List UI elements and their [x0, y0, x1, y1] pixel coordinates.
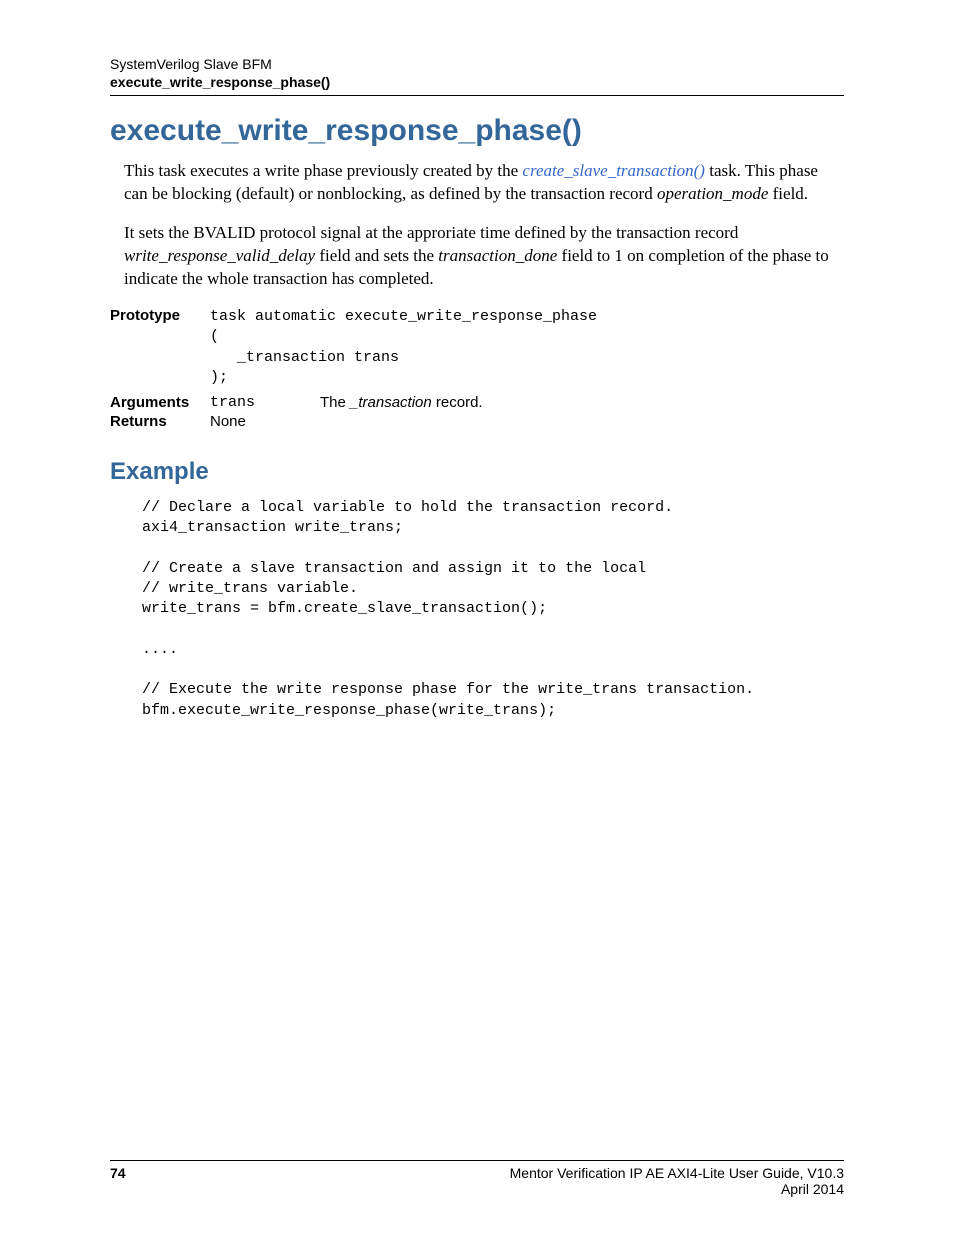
footer-rule: [110, 1160, 844, 1161]
footer-date: April 2014: [110, 1181, 844, 1197]
prototype-label: Prototype: [110, 307, 210, 392]
p2-i1: write_response_valid_delay: [124, 246, 315, 265]
p1-tail: field.: [768, 184, 808, 203]
example-heading: Example: [110, 458, 844, 486]
link-create-slave-transaction[interactable]: create_slave_transaction(): [522, 161, 705, 180]
arg-desc-post: record.: [432, 394, 483, 411]
p1-italic: operation_mode: [657, 184, 768, 203]
p2-mid: field and sets the: [315, 246, 438, 265]
page-footer: 74 Mentor Verification IP AE AXI4-Lite U…: [110, 1160, 844, 1197]
returns-value: None: [210, 413, 844, 430]
p2-i2: transaction_done: [438, 246, 557, 265]
arguments-label: Arguments: [110, 394, 210, 411]
header-rule: [110, 95, 844, 96]
returns-label: Returns: [110, 413, 210, 430]
page-body: SystemVerilog Slave BFM execute_write_re…: [0, 0, 954, 721]
example-code: // Declare a local variable to hold the …: [142, 498, 844, 721]
page-title: execute_write_response_phase(): [110, 114, 844, 148]
p2-pre: It sets the BVALID protocol signal at th…: [124, 223, 738, 242]
header-line1: SystemVerilog Slave BFM: [110, 55, 844, 73]
footer-info: Mentor Verification IP AE AXI4-Lite User…: [510, 1165, 844, 1181]
body-indent: This task executes a write phase previou…: [124, 160, 844, 291]
arg-desc-pre: The: [320, 394, 350, 411]
footer-row: 74 Mentor Verification IP AE AXI4-Lite U…: [110, 1165, 844, 1181]
definition-table: Prototype task automatic execute_write_r…: [110, 307, 844, 430]
paragraph-1: This task executes a write phase previou…: [124, 160, 844, 206]
arg-desc-italic: _transaction: [350, 394, 432, 411]
argument-desc: The _transaction record.: [320, 394, 844, 411]
p1-pre: This task executes a write phase previou…: [124, 161, 522, 180]
running-header: SystemVerilog Slave BFM execute_write_re…: [110, 55, 844, 91]
paragraph-2: It sets the BVALID protocol signal at th…: [124, 222, 844, 291]
header-line2: execute_write_response_phase(): [110, 73, 844, 91]
page-number: 74: [110, 1165, 126, 1181]
prototype-code: task automatic execute_write_response_ph…: [210, 307, 844, 392]
argument-name: trans: [210, 394, 320, 411]
